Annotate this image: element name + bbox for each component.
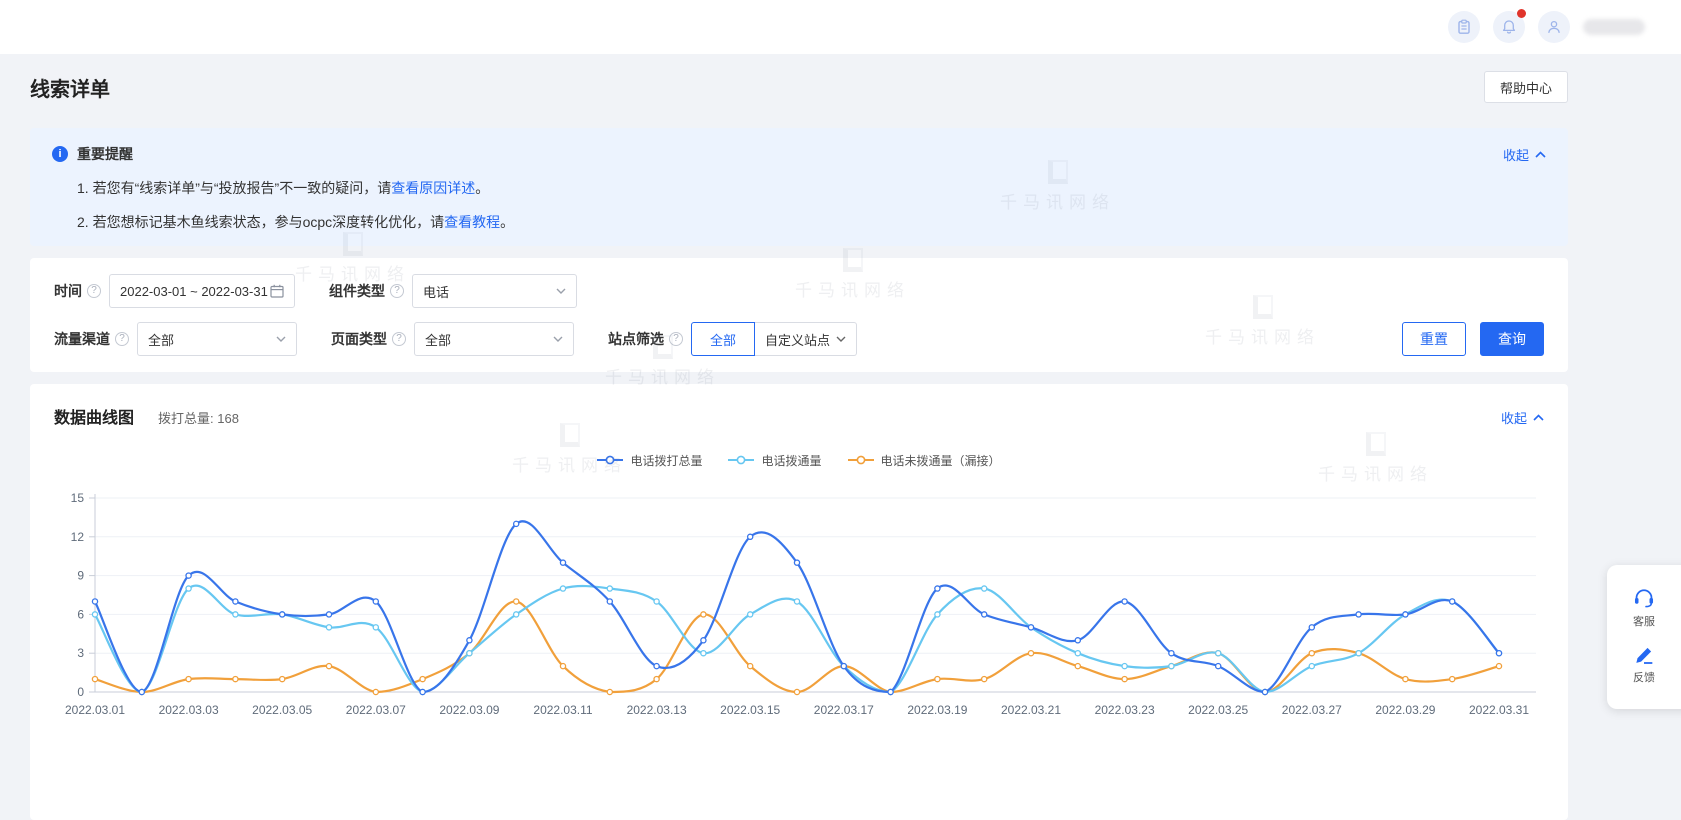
svg-text:3: 3 xyxy=(77,646,84,660)
tutorial-link[interactable]: 查看教程 xyxy=(444,214,500,230)
traffic-channel-select[interactable]: 全部 xyxy=(137,322,297,356)
bell-icon xyxy=(1501,19,1517,35)
chevron-up-icon xyxy=(1535,151,1546,158)
chart-legend: 电话拨打总量 电话拨通量 电话未拨通量（漏接） xyxy=(54,450,1544,470)
chevron-down-icon xyxy=(276,336,286,342)
page-title: 线索详单 xyxy=(30,73,110,102)
component-type-label: 组件类型 xyxy=(329,281,385,301)
notice-title: 重要提醒 xyxy=(77,144,133,164)
legend-item[interactable]: 电话拨打总量 xyxy=(597,452,702,469)
svg-text:2022.03.15: 2022.03.15 xyxy=(720,703,780,717)
date-range-input[interactable]: 2022-03-01 ~ 2022-03-31 xyxy=(109,274,295,308)
help-center-button[interactable]: 帮助中心 xyxy=(1484,71,1568,103)
clipboard-button[interactable] xyxy=(1448,11,1480,43)
site-all-button[interactable]: 全部 xyxy=(691,322,755,356)
svg-text:2022.03.13: 2022.03.13 xyxy=(627,703,687,717)
user-icon xyxy=(1546,19,1562,35)
site-filter-label: 站点筛选 xyxy=(608,329,664,349)
feedback-button[interactable]: 反馈 xyxy=(1607,637,1681,693)
svg-text:9: 9 xyxy=(77,569,84,583)
svg-text:2022.03.07: 2022.03.07 xyxy=(346,703,406,717)
reason-detail-link[interactable]: 查看原因详述 xyxy=(391,180,475,196)
chart-collapse-link[interactable]: 收起 xyxy=(1501,408,1544,427)
chart-panel: 数据曲线图 拨打总量: 168 收起 电话拨打总量 电话拨通量 电话未拨通量（漏接）… xyxy=(30,384,1568,820)
svg-text:2022.03.09: 2022.03.09 xyxy=(439,703,499,717)
reset-button[interactable]: 重置 xyxy=(1402,322,1466,356)
notification-badge xyxy=(1517,9,1526,18)
legend-marker-icon xyxy=(728,455,754,465)
help-question-icon[interactable]: ? xyxy=(392,332,406,346)
notice-banner: i 重要提醒 收起 1. 若您有“线索详单”与“投放报告”不一致的疑问，请查看原… xyxy=(30,128,1568,246)
help-question-icon[interactable]: ? xyxy=(87,284,101,298)
site-custom-button[interactable]: 自定义站点 xyxy=(755,322,857,356)
pencil-icon xyxy=(1634,645,1654,665)
clipboard-icon xyxy=(1456,19,1472,35)
time-filter-label: 时间 xyxy=(54,281,82,301)
page-type-label: 页面类型 xyxy=(331,329,387,349)
filter-panel: 时间 ? 2022-03-01 ~ 2022-03-31 组件类型 ? 电话 流… xyxy=(30,258,1568,372)
chevron-down-icon xyxy=(836,336,846,342)
svg-text:2022.03.27: 2022.03.27 xyxy=(1282,703,1342,717)
traffic-channel-label: 流量渠道 xyxy=(54,329,110,349)
help-question-icon[interactable]: ? xyxy=(669,332,683,346)
topbar-icons xyxy=(1448,11,1645,43)
svg-text:15: 15 xyxy=(71,491,85,505)
line-chart[interactable]: 0 3 6 9 12 15 2022.03.01 2022.03.03 2022.03.05 20… xyxy=(54,472,1544,772)
page-type-select[interactable]: 全部 xyxy=(414,322,574,356)
svg-text:2022.03.03: 2022.03.03 xyxy=(159,703,219,717)
svg-text:2022.03.19: 2022.03.19 xyxy=(907,703,967,717)
legend-item[interactable]: 电话拨通量 xyxy=(728,452,821,469)
svg-text:12: 12 xyxy=(71,530,85,544)
help-question-icon[interactable]: ? xyxy=(390,284,404,298)
chevron-up-icon xyxy=(1533,414,1544,421)
notice-collapse-link[interactable]: 收起 xyxy=(1503,145,1546,164)
topbar xyxy=(0,0,1681,54)
notifications-button[interactable] xyxy=(1493,11,1525,43)
svg-text:2022.03.31: 2022.03.31 xyxy=(1469,703,1529,717)
query-button[interactable]: 查询 xyxy=(1480,322,1544,356)
notice-item: 1. 若您有“线索详单”与“投放报告”不一致的疑问，请查看原因详述。 xyxy=(77,178,1546,198)
svg-text:2022.03.01: 2022.03.01 xyxy=(65,703,125,717)
svg-text:2022.03.05: 2022.03.05 xyxy=(252,703,312,717)
svg-text:2022.03.25: 2022.03.25 xyxy=(1188,703,1248,717)
svg-text:2022.03.29: 2022.03.29 xyxy=(1375,703,1435,717)
calendar-icon xyxy=(270,284,284,298)
legend-item[interactable]: 电话未拨通量（漏接） xyxy=(848,452,1001,469)
svg-text:2022.03.21: 2022.03.21 xyxy=(1001,703,1061,717)
chevron-down-icon xyxy=(553,336,563,342)
svg-text:2022.03.17: 2022.03.17 xyxy=(814,703,874,717)
page-head: 线索详单 帮助中心 xyxy=(30,55,1568,119)
customer-service-button[interactable]: 客服 xyxy=(1607,579,1681,637)
account-button[interactable] xyxy=(1538,11,1570,43)
chart-total: 拨打总量: 168 xyxy=(158,408,239,427)
info-icon: i xyxy=(52,146,68,162)
svg-text:2022.03.11: 2022.03.11 xyxy=(533,703,592,717)
svg-text:2022.03.23: 2022.03.23 xyxy=(1095,703,1155,717)
chevron-down-icon xyxy=(556,288,566,294)
username-redacted[interactable] xyxy=(1583,19,1645,35)
svg-text:6: 6 xyxy=(77,607,84,621)
help-question-icon[interactable]: ? xyxy=(115,332,129,346)
svg-text:0: 0 xyxy=(77,685,84,699)
component-type-select[interactable]: 电话 xyxy=(412,274,577,308)
headset-icon xyxy=(1633,587,1655,609)
legend-marker-icon xyxy=(848,455,874,465)
legend-marker-icon xyxy=(597,455,623,465)
notice-item: 2. 若您想标记基木鱼线索状态，参与ocpc深度转化优化，请查看教程。 xyxy=(77,212,1546,232)
floating-side-panel: 客服 反馈 xyxy=(1607,565,1681,709)
chart-title: 数据曲线图 xyxy=(54,404,134,428)
site-filter-segmented: 全部 自定义站点 xyxy=(691,322,857,356)
